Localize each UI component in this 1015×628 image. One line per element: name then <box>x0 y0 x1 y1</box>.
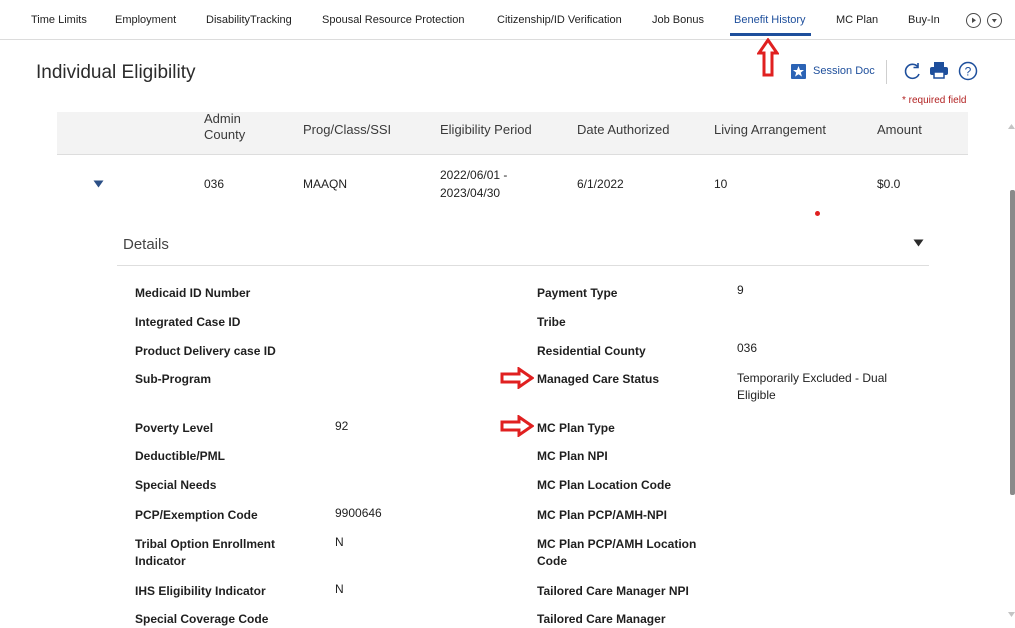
scroll-down-icon[interactable] <box>1008 612 1015 617</box>
label-poverty-level: Poverty Level <box>135 421 214 435</box>
top-tab-bar: Time Limits Employment DisabilityTrackin… <box>0 0 1015 40</box>
required-field-note: * required field <box>902 95 967 106</box>
label-mc-plan-pcp-amh-npi: MC Plan PCP/AMH-NPI <box>537 508 668 522</box>
column-header-prog-class-ssi[interactable]: Prog/Class/SSI <box>303 122 391 137</box>
refresh-icon[interactable] <box>903 61 923 81</box>
active-tab-indicator <box>730 33 811 36</box>
label-medicaid-id: Medicaid ID Number <box>135 286 251 300</box>
column-header-amount[interactable]: Amount <box>877 122 922 137</box>
column-header-living-arrangement[interactable]: Living Arrangement <box>714 122 826 137</box>
red-arrow-right-icon <box>500 415 534 437</box>
chevron-down-circle-icon[interactable] <box>987 13 1002 28</box>
column-header-admin-county[interactable]: Admin County <box>204 111 264 143</box>
label-managed-care-status: Managed Care Status <box>537 372 660 386</box>
value-ihs-eligibility: N <box>335 582 344 596</box>
value-tribal-option-enrollment: N <box>335 535 344 549</box>
label-residential-county: Residential County <box>537 344 646 358</box>
svg-text:?: ? <box>965 65 972 79</box>
play-circle-icon[interactable] <box>966 13 981 28</box>
label-special-needs: Special Needs <box>135 478 217 492</box>
red-dot-marker <box>815 211 820 216</box>
help-icon[interactable]: ? <box>958 61 978 81</box>
table-divider <box>57 154 968 155</box>
cell-period-end: 2023/04/30 <box>440 186 501 200</box>
label-mc-plan-type: MC Plan Type <box>537 421 615 435</box>
label-deductible-pml: Deductible/PML <box>135 449 226 463</box>
value-pcp-exemption-code: 9900646 <box>335 506 382 520</box>
value-payment-type: 9 <box>737 283 744 297</box>
scrollbar-thumb[interactable] <box>1010 190 1015 495</box>
tab-citizenship-id-verification[interactable]: Citizenship/ID Verification <box>497 14 622 26</box>
tab-buy-in[interactable]: Buy-In <box>908 14 940 26</box>
label-integrated-case-id: Integrated Case ID <box>135 315 241 329</box>
cell-admin-county: 036 <box>204 177 225 191</box>
label-ihs-eligibility: IHS Eligibility Indicator <box>135 584 266 598</box>
label-mc-plan-pcp-amh-location-code: MC Plan PCP/AMH Location Code <box>537 537 697 568</box>
caret-down-icon[interactable] <box>93 180 104 188</box>
header-divider <box>886 60 887 84</box>
caret-down-icon[interactable] <box>913 239 924 247</box>
red-arrow-right-icon <box>500 367 534 389</box>
label-tribe: Tribe <box>537 315 566 329</box>
tab-job-bonus[interactable]: Job Bonus <box>652 14 704 26</box>
value-residential-county: 036 <box>737 341 758 355</box>
details-divider <box>117 265 929 266</box>
value-managed-care-status: Temporarily Excluded - Dual Eligible <box>737 371 888 402</box>
scroll-up-icon[interactable] <box>1008 124 1015 129</box>
label-sub-program: Sub-Program <box>135 372 212 386</box>
tab-mc-plan[interactable]: MC Plan <box>836 14 878 26</box>
label-mc-plan-npi: MC Plan NPI <box>537 449 608 463</box>
red-arrow-up-icon <box>757 38 779 77</box>
column-header-date-authorized[interactable]: Date Authorized <box>577 122 670 137</box>
tab-employment[interactable]: Employment <box>115 14 176 26</box>
session-doc-link[interactable]: Session Doc <box>813 65 875 77</box>
label-pcp-exemption-code: PCP/Exemption Code <box>135 508 258 522</box>
tab-disability-tracking[interactable]: DisabilityTracking <box>206 14 292 26</box>
cell-amount: $0.0 <box>877 177 901 191</box>
label-tribal-option-enrollment: Tribal Option Enrollment Indicator <box>135 537 276 568</box>
value-poverty-level: 92 <box>335 419 349 433</box>
cell-date-authorized: 6/1/2022 <box>577 177 624 191</box>
label-mc-plan-location-code: MC Plan Location Code <box>537 478 672 492</box>
label-product-delivery-case-id: Product Delivery case ID <box>135 344 276 358</box>
star-icon[interactable] <box>791 64 806 79</box>
tab-time-limits[interactable]: Time Limits <box>31 14 87 26</box>
label-special-coverage-code: Special Coverage Code <box>135 612 269 626</box>
details-heading: Details <box>123 236 169 253</box>
column-header-eligibility-period[interactable]: Eligibility Period <box>440 122 532 137</box>
label-payment-type: Payment Type <box>537 286 618 300</box>
tab-spousal-resource-protection[interactable]: Spousal Resource Protection <box>322 14 464 26</box>
cell-living-arrangement: 10 <box>714 177 728 191</box>
label-tailored-care-manager-npi: Tailored Care Manager NPI <box>537 584 689 598</box>
print-icon[interactable] <box>929 60 949 80</box>
tab-benefit-history[interactable]: Benefit History <box>734 14 806 26</box>
cell-period-start: 2022/06/01 - <box>440 168 508 182</box>
cell-prog-class: MAAQN <box>303 177 348 191</box>
label-tailored-care-manager: Tailored Care Manager <box>537 612 666 626</box>
page-title: Individual Eligibility <box>36 62 196 83</box>
